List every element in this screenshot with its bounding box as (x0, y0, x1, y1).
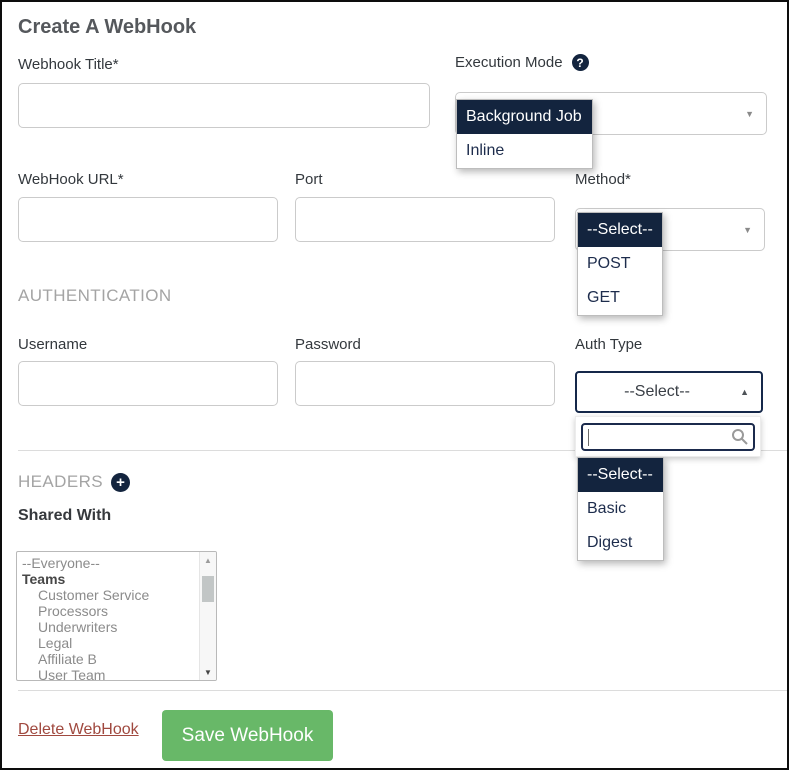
add-header-button[interactable]: + (111, 472, 130, 492)
search-icon (732, 429, 748, 445)
option-get[interactable]: GET (578, 281, 662, 315)
port-input[interactable] (295, 197, 555, 242)
username-input[interactable] (18, 361, 278, 406)
list-item-user-team[interactable]: User Team (17, 667, 199, 680)
caret-down-icon: ▼ (743, 224, 752, 235)
password-input[interactable] (295, 361, 555, 406)
caret-down-icon: ▼ (745, 108, 754, 119)
option-background-job[interactable]: Background Job (457, 100, 592, 134)
scroll-up-button[interactable]: ▲ (200, 552, 216, 568)
save-webhook-button[interactable]: Save WebHook (162, 710, 333, 761)
username-label: Username (18, 336, 88, 353)
scroll-down-button[interactable]: ▼ (200, 664, 216, 680)
option-select-default[interactable]: --Select-- (578, 458, 663, 492)
option-digest[interactable]: Digest (578, 526, 663, 560)
shared-with-label: Shared With (18, 507, 112, 524)
auth-type-search-panel (575, 416, 761, 457)
list-item-teams[interactable]: Teams (17, 571, 199, 587)
webhook-title-input[interactable] (18, 83, 430, 128)
delete-webhook-link[interactable]: Delete WebHook (18, 721, 139, 739)
webhook-title-label: Webhook Title* (18, 56, 119, 73)
method-label: Method* (575, 171, 631, 188)
shared-with-listbox[interactable]: --Everyone-- Teams Customer Service Proc… (16, 551, 217, 681)
option-post[interactable]: POST (578, 247, 662, 281)
list-item-affiliate-b[interactable]: Affiliate B (17, 651, 199, 667)
auth-type-selected-value: --Select-- (624, 383, 690, 400)
text-cursor (588, 429, 589, 446)
list-item-processors[interactable]: Processors (17, 603, 199, 619)
dropdown-search-input[interactable] (581, 423, 755, 451)
execution-mode-label: Execution Mode (455, 54, 563, 71)
list-item-legal[interactable]: Legal (17, 635, 199, 651)
footer-divider (18, 690, 787, 691)
list-item-underwriters[interactable]: Underwriters (17, 619, 199, 635)
method-dropdown: --Select-- POST GET (577, 212, 663, 316)
port-label: Port (295, 171, 323, 188)
caret-up-icon: ▲ (740, 387, 749, 397)
shared-with-options: --Everyone-- Teams Customer Service Proc… (17, 555, 199, 680)
authentication-section-header: AUTHENTICATION (18, 286, 172, 305)
auth-type-label: Auth Type (575, 336, 643, 353)
password-label: Password (295, 336, 361, 353)
page-title: Create A WebHook (18, 16, 197, 38)
option-inline[interactable]: Inline (457, 134, 592, 168)
execution-mode-dropdown: Background Job Inline (456, 99, 593, 169)
auth-type-dropdown: --Select-- Basic Digest (577, 457, 664, 561)
webhook-url-label: WebHook URL* (18, 171, 124, 188)
list-item-customer-service[interactable]: Customer Service (17, 587, 199, 603)
list-item-everyone[interactable]: --Everyone-- (17, 555, 199, 571)
help-icon[interactable]: ? (571, 54, 589, 71)
create-webhook-panel: Create A WebHook Webhook Title* Executio… (0, 0, 789, 770)
auth-type-select[interactable]: --Select-- ▲ (575, 371, 763, 413)
headers-section-header: HEADERS (18, 472, 103, 491)
option-basic[interactable]: Basic (578, 492, 663, 526)
option-select-default[interactable]: --Select-- (578, 213, 662, 247)
scrollbar[interactable]: ▲ ▼ (199, 552, 216, 680)
webhook-url-input[interactable] (18, 197, 278, 242)
scrollbar-thumb[interactable] (202, 576, 214, 602)
